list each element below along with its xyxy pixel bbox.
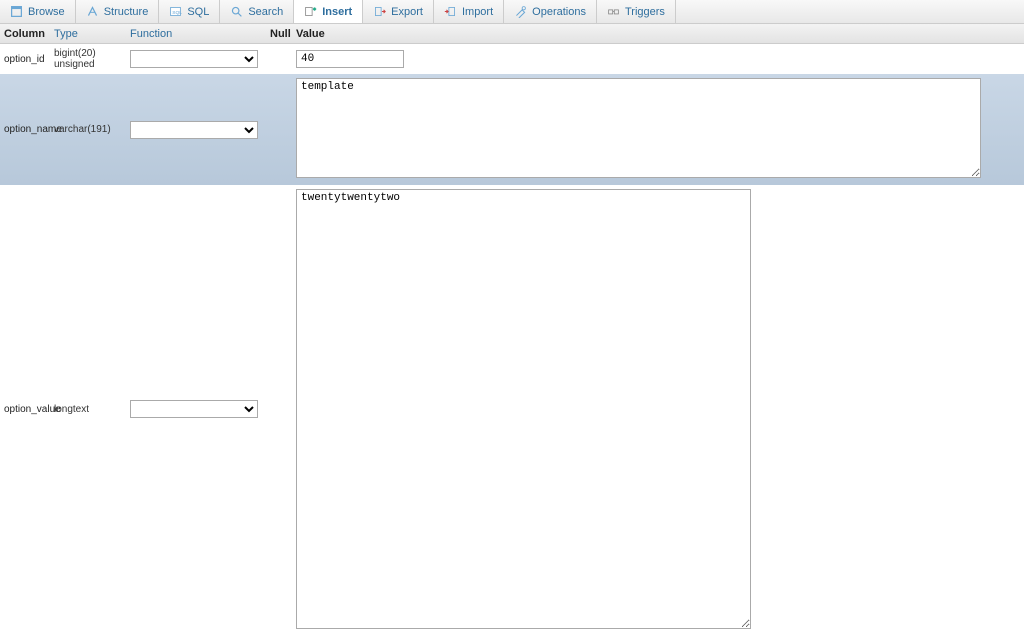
col-type: longtext bbox=[54, 404, 130, 415]
col-func bbox=[130, 121, 270, 139]
tab-export[interactable]: Export bbox=[363, 0, 434, 23]
row-option-value: option_value longtext bbox=[0, 185, 1024, 636]
tab-bar: Browse Structure SQL SQL Search Insert E… bbox=[0, 0, 1024, 24]
tab-triggers-label: Triggers bbox=[625, 6, 665, 18]
tab-operations-label: Operations bbox=[532, 6, 586, 18]
col-value bbox=[290, 78, 1024, 181]
tab-sql[interactable]: SQL SQL bbox=[159, 0, 220, 23]
svg-text:SQL: SQL bbox=[173, 10, 183, 16]
tab-structure-label: Structure bbox=[104, 6, 149, 18]
col-name: option_name bbox=[0, 124, 54, 135]
tab-import[interactable]: Import bbox=[434, 0, 504, 23]
header-type[interactable]: Type bbox=[54, 28, 130, 40]
tab-search-label: Search bbox=[248, 6, 283, 18]
col-name: option_id bbox=[0, 54, 54, 65]
tab-operations[interactable]: Operations bbox=[504, 0, 597, 23]
row-option-name: option_name varchar(191) bbox=[0, 74, 1024, 185]
value-input[interactable] bbox=[296, 50, 404, 68]
header-column: Column bbox=[0, 28, 54, 40]
value-textarea[interactable] bbox=[296, 78, 981, 178]
function-select[interactable] bbox=[130, 121, 258, 139]
tab-export-label: Export bbox=[391, 6, 423, 18]
tab-sql-label: SQL bbox=[187, 6, 209, 18]
value-textarea[interactable] bbox=[296, 189, 751, 629]
operations-icon bbox=[514, 5, 527, 18]
col-value bbox=[290, 189, 1024, 632]
header-null: Null bbox=[270, 28, 290, 40]
export-icon bbox=[373, 5, 386, 18]
tab-structure[interactable]: Structure bbox=[76, 0, 160, 23]
col-func bbox=[130, 50, 270, 68]
col-type: bigint(20) unsigned bbox=[54, 48, 130, 70]
row-option-id: option_id bigint(20) unsigned bbox=[0, 44, 1024, 74]
tab-triggers[interactable]: Triggers bbox=[597, 0, 676, 23]
function-select[interactable] bbox=[130, 50, 258, 68]
tab-browse[interactable]: Browse bbox=[0, 0, 76, 23]
structure-icon bbox=[86, 5, 99, 18]
tab-search[interactable]: Search bbox=[220, 0, 294, 23]
header-function[interactable]: Function bbox=[130, 28, 270, 40]
tab-insert[interactable]: Insert bbox=[294, 0, 363, 23]
tab-browse-label: Browse bbox=[28, 6, 65, 18]
sql-icon: SQL bbox=[169, 5, 182, 18]
column-header-row: Column Type Function Null Value bbox=[0, 24, 1024, 44]
col-name: option_value bbox=[0, 404, 54, 415]
insert-icon bbox=[304, 5, 317, 18]
search-icon bbox=[230, 5, 243, 18]
header-value: Value bbox=[290, 28, 325, 40]
col-value bbox=[290, 50, 1024, 68]
tab-import-label: Import bbox=[462, 6, 493, 18]
triggers-icon bbox=[607, 5, 620, 18]
col-func bbox=[130, 400, 270, 418]
function-select[interactable] bbox=[130, 400, 258, 418]
col-type: varchar(191) bbox=[54, 124, 130, 135]
browse-icon bbox=[10, 5, 23, 18]
tab-insert-label: Insert bbox=[322, 6, 352, 18]
import-icon bbox=[444, 5, 457, 18]
